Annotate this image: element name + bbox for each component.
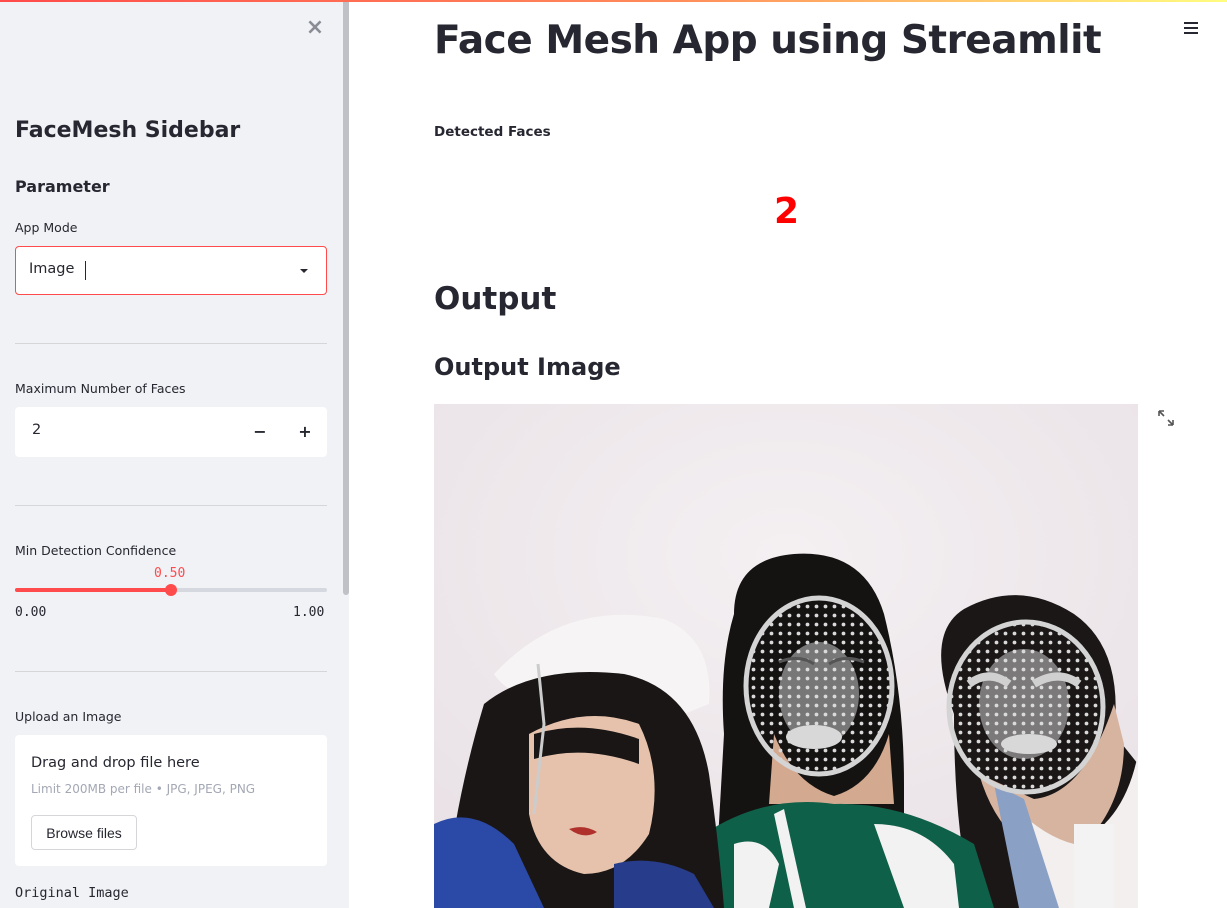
metric-label: Detected Faces (434, 124, 551, 140)
caret-down-icon[interactable] (300, 269, 308, 273)
file-uploader-dropzone[interactable]: Drag and drop file here Limit 200MB per … (15, 735, 327, 866)
app-mode-select[interactable]: Image (15, 246, 327, 295)
slider-max-label: 1.00 (293, 605, 325, 620)
browse-files-button[interactable]: Browse files (31, 815, 137, 850)
close-sidebar-icon[interactable]: × (305, 17, 325, 39)
drop-title: Drag and drop file here (31, 755, 200, 771)
text-cursor (85, 261, 86, 280)
sidebar-subtitle: Parameter (15, 177, 110, 196)
max-faces-label: Maximum Number of Faces (15, 381, 186, 396)
sidebar: × FaceMesh Sidebar Parameter App Mode Im… (0, 0, 349, 908)
output-photo-illustration (434, 404, 1138, 908)
decrement-button[interactable]: − (238, 407, 282, 457)
upload-label: Upload an Image (15, 709, 122, 724)
divider (15, 671, 327, 672)
app-mode-value: Image (29, 261, 75, 277)
output-heading: Output (434, 281, 557, 317)
detected-faces-value: 2 (774, 191, 800, 232)
slider-min-label: 0.00 (15, 605, 47, 620)
output-image (434, 404, 1138, 908)
divider (15, 505, 327, 506)
app-mode-label: App Mode (15, 220, 78, 235)
divider (15, 343, 327, 344)
top-decoration-bar (0, 0, 1227, 2)
page-title: Face Mesh App using Streamlit (434, 18, 1102, 63)
slider-fill (15, 588, 171, 592)
max-faces-value[interactable]: 2 (32, 422, 41, 438)
slider-thumb[interactable] (165, 584, 177, 596)
slider-current-value: 0.50 (154, 566, 186, 581)
output-image-heading: Output Image (434, 353, 621, 381)
confidence-slider[interactable] (15, 584, 327, 596)
original-image-label: Original Image (15, 885, 129, 901)
hamburger-icon[interactable] (1184, 22, 1200, 36)
max-faces-number-input[interactable]: 2 − + (15, 407, 327, 457)
sidebar-title: FaceMesh Sidebar (15, 118, 241, 143)
fullscreen-icon[interactable] (1158, 410, 1174, 426)
increment-button[interactable]: + (283, 407, 327, 457)
sidebar-scrollbar[interactable] (343, 0, 349, 595)
upload-limit-text: Limit 200MB per file • JPG, JPEG, PNG (31, 782, 256, 796)
confidence-label: Min Detection Confidence (15, 543, 177, 558)
